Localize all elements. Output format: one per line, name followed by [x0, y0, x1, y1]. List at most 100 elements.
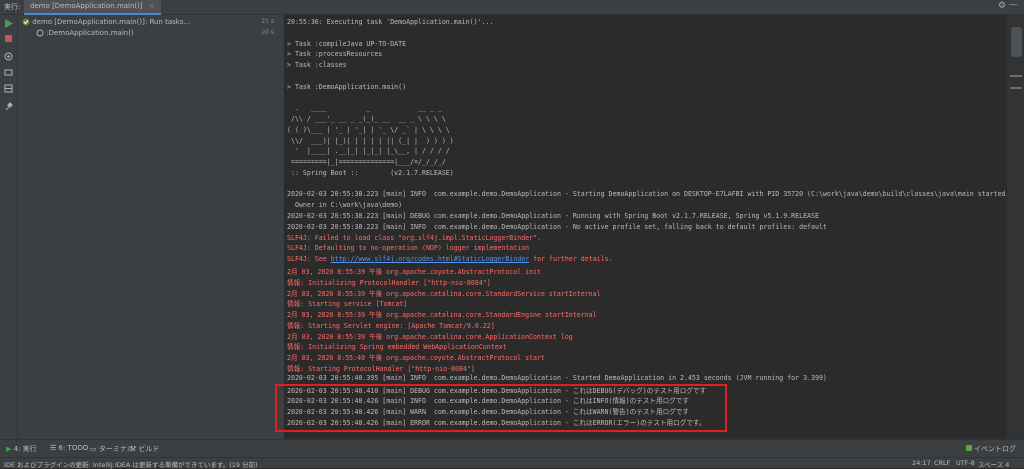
console-output[interactable]: 20:55:36: Executing task 'DemoApplicatio… [285, 15, 1017, 439]
tab-terminal-label: ターミナル [98, 445, 134, 453]
layout-icon[interactable] [4, 84, 13, 93]
console-line: 2月 03, 2020 8:55:39 午後 org.apache.catali… [287, 309, 597, 319]
console-line-text: 情報: Starting service [Tomcat] [287, 300, 408, 309]
console-line: 2月 03, 2020 8:55:39 午後 org.apache.coyote… [287, 266, 541, 276]
tree-root-label: demo [DemoApplication.main()]: Run tasks… [32, 18, 191, 26]
console-line: 2月 03, 2020 8:55:39 午後 org.apache.catali… [287, 288, 601, 298]
scrollbar-thumb[interactable] [1011, 27, 1022, 57]
tab-demo-application[interactable]: demo [DemoApplication.main()] × [24, 0, 161, 15]
console-line: 2020-02-03 20:55:40.395 [main] INFO com.… [287, 374, 827, 382]
console-line-text: 2月 03, 2020 8:55:39 午後 org.apache.catali… [287, 289, 601, 298]
highlight-box [275, 384, 727, 432]
console-line: 2020-02-03 20:55:38.223 [main] INFO com.… [287, 223, 827, 231]
run-toolbar [0, 15, 18, 439]
console-line: 2020-02-03 20:55:38.223 [main] DEBUG com… [287, 212, 819, 220]
console-line: :: Spring Boot :: (v2.1.7.RELEASE) [287, 169, 454, 177]
console-line-text: =========|_|==============|___/=/_/_/_/ [287, 158, 446, 167]
console-line-text: \\/ ___)| |_)| | | | | || (_| | ) ) ) ) [287, 136, 454, 145]
console-line-text: SLF4J: See [287, 255, 331, 264]
tab-label: demo [DemoApplication.main()] [30, 2, 143, 10]
tab-run[interactable]: ▶ 4: 実行 [6, 444, 37, 454]
console-line: > Task :DemoApplication.main() [287, 83, 406, 91]
toggle-tree-icon[interactable] [4, 52, 13, 61]
tree-child-label: :DemoApplication.main() [46, 29, 134, 37]
console-line: . ____ _ __ _ _ [287, 104, 442, 112]
minimize-icon[interactable]: — [1009, 0, 1018, 10]
run-icon: ▶ [6, 445, 12, 453]
console-line: 情報: Initializing ProtocolHandler ["http-… [287, 277, 491, 287]
console-line-text: 2月 03, 2020 8:55:39 午後 org.apache.catali… [287, 332, 573, 341]
console-line: SLF4J: Failed to load class "org.slf4j.i… [287, 234, 541, 242]
caret-position[interactable]: 24:17 [912, 459, 931, 467]
console-line-text: Owner in C:\work\java\demo) [287, 201, 403, 210]
gear-icon[interactable]: ⚙ [998, 1, 1006, 11]
scroll-marker [1010, 87, 1022, 89]
scrollbar[interactable] [1007, 15, 1024, 439]
console-line-text: 2020-02-03 20:55:38.223 [main] INFO com.… [287, 222, 827, 231]
console-line-text: 情報: Initializing Spring embedded WebAppl… [287, 343, 507, 352]
console-line: /\\ / ___'_ __ _ _(_)_ __ __ _ \ \ \ \ [287, 115, 446, 123]
console-line-text: 2020-02-03 20:55:38.223 [main] DEBUG com… [287, 212, 819, 221]
event-log-label: イベントログ [974, 445, 1016, 453]
scroll-marker [1010, 75, 1022, 77]
console-line-text: > Task :processResources [287, 50, 383, 59]
console-line: =========|_|==============|___/=/_/_/_/ [287, 158, 446, 166]
console-line-text: 20:55:36: Executing task 'DemoApplicatio… [287, 18, 494, 26]
console-line: 2020-02-03 20:55:38.223 [main] INFO com.… [287, 190, 1017, 198]
line-separator[interactable]: CRLF [934, 459, 950, 467]
run-label: 実行: [4, 3, 21, 11]
tab-terminal[interactable]: ▭ ターミナル [90, 444, 134, 454]
terminal-icon: ▭ [90, 445, 97, 453]
console-line: > Task :compileJava UP-TO-DATE [287, 40, 406, 48]
tree-child-time: 20 s [261, 29, 274, 36]
task-icon [36, 29, 44, 37]
tab-build-label: ビルド [138, 445, 160, 453]
console-line-text: > Task :DemoApplication.main() [287, 82, 407, 91]
console-line-text: SLF4J: Failed to load class "org.slf4j.i… [287, 233, 542, 242]
console-line: ( ( )\___ | '_ | '_| | '_ \/ _` | \ \ \ … [287, 126, 450, 134]
event-log-icon [966, 445, 972, 451]
console-line-text: :: Spring Boot :: (v2.1.7.RELEASE) [287, 168, 454, 177]
console-line-text: > Task :compileJava UP-TO-DATE [287, 39, 407, 48]
event-log-button[interactable]: イベントログ [966, 444, 1016, 454]
run-tree-panel: demo [DemoApplication.main()]: Run tasks… [18, 15, 285, 439]
console-line: 情報: Initializing Spring embedded WebAppl… [287, 341, 507, 351]
console-line-text: 2020-02-03 20:55:40.395 [main] INFO com.… [287, 373, 827, 382]
file-encoding[interactable]: UTF-8 [956, 459, 975, 467]
indent-setting[interactable]: スペース 4 [978, 459, 1009, 469]
attach-debugger-icon[interactable] [4, 68, 13, 77]
tab-build[interactable]: ⚒ ビルド [130, 444, 160, 454]
stop-icon[interactable] [4, 34, 13, 43]
console-line-text: 情報: Starting Servlet engine: [Apache Tom… [287, 321, 495, 330]
console-line-text: 情報: Starting ProtocolHandler ["http-nio-… [287, 364, 475, 373]
success-icon [22, 18, 30, 26]
console-line-text: SLF4J: Defaulting to no-operation (NOP) … [287, 244, 530, 253]
console-line-text: > Task :classes [287, 61, 347, 70]
tab-todo-label: 6: TODO [58, 444, 89, 452]
status-message[interactable]: IDE およびプラグインの更新: IntelliJ IDEA は更新する準備がで… [4, 459, 258, 469]
console-line: 情報: Starting Servlet engine: [Apache Tom… [287, 320, 495, 330]
console-line: \\/ ___)| |_)| | | | | || (_| | ) ) ) ) [287, 137, 454, 145]
pin-icon[interactable] [4, 102, 13, 111]
console-line-text: ( ( )\___ | '_ | '_| | '_ \/ _` | \ \ \ … [287, 125, 450, 134]
console-line-text: 情報: Initializing ProtocolHandler ["http-… [287, 278, 491, 287]
close-icon[interactable]: × [149, 2, 155, 10]
tree-item-child[interactable]: :DemoApplication.main() 20 s [36, 29, 280, 37]
console-line-text: 2月 03, 2020 8:55:39 午後 org.apache.coyote… [287, 267, 541, 276]
rerun-icon[interactable] [4, 19, 13, 28]
bottom-tool-bar: ▶ 4: 実行 ☰ 6: TODO ▭ ターミナル ⚒ ビルド イベントログ [0, 439, 1024, 457]
console-line-text: 2020-02-03 20:55:38.223 [main] INFO com.… [287, 190, 1018, 199]
console-line: Owner in C:\work\java\demo) [287, 201, 402, 209]
console-line: > Task :processResources [287, 50, 382, 58]
tree-root-time: 21 s [261, 18, 274, 25]
console-link[interactable]: http://www.slf4j.org/codes.html#StaticLo… [331, 255, 530, 263]
tree-item-root[interactable]: demo [DemoApplication.main()]: Run tasks… [22, 18, 280, 26]
console-line: SLF4J: See http://www.slf4j.org/codes.ht… [287, 255, 613, 263]
console-line-text: 2月 03, 2020 8:55:40 午後 org.apache.coyote… [287, 354, 545, 363]
console-line-text: 2月 03, 2020 8:55:39 午後 org.apache.catali… [287, 311, 597, 320]
console-line: 2月 03, 2020 8:55:39 午後 org.apache.catali… [287, 331, 573, 341]
console-line: 2月 03, 2020 8:55:40 午後 org.apache.coyote… [287, 352, 545, 362]
todo-icon: ☰ [50, 444, 57, 452]
tab-todo[interactable]: ☰ 6: TODO [50, 444, 88, 452]
build-icon: ⚒ [130, 445, 137, 453]
